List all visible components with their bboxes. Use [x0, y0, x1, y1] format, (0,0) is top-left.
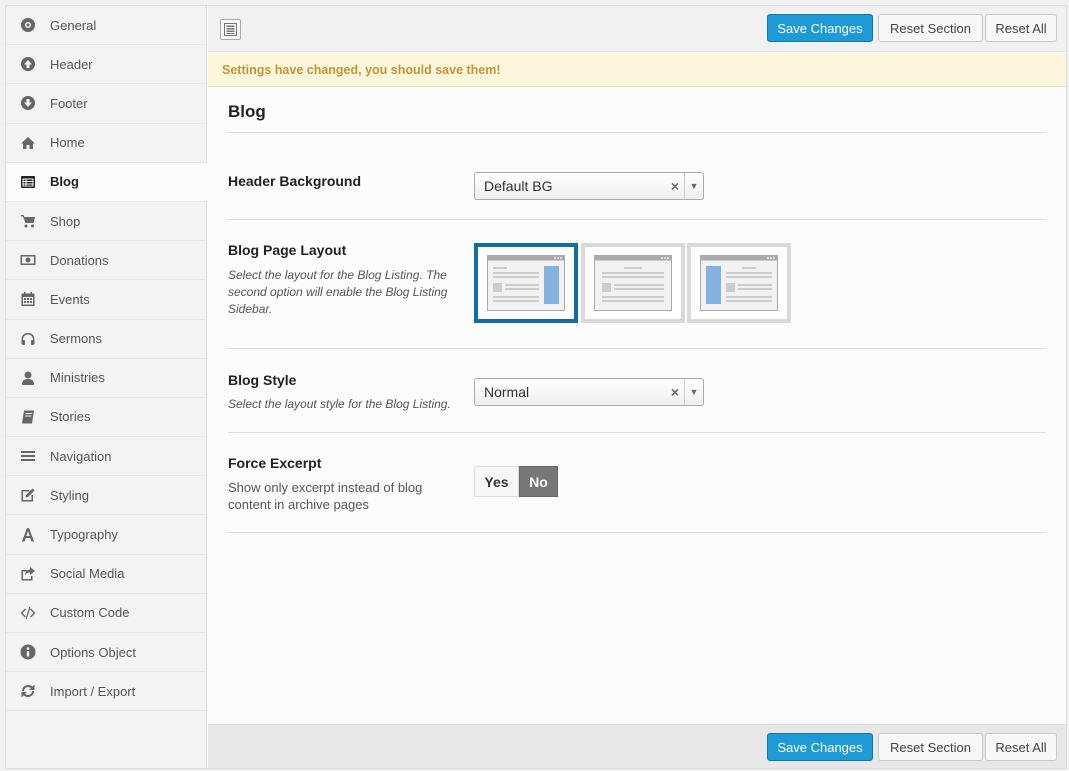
select-value: Default BG	[484, 178, 553, 194]
home-icon	[20, 135, 36, 151]
clear-icon[interactable]: ×	[671, 384, 679, 400]
sidebar-item-label: Ministries	[50, 370, 105, 386]
blog-page-layout-label: Blog Page Layout	[228, 242, 347, 258]
bars-icon	[20, 448, 36, 464]
sidebar-item-label: Events	[50, 291, 90, 307]
select-value: Normal	[484, 384, 530, 400]
sidebar-item-sermons[interactable]: Sermons	[6, 320, 206, 359]
sidebar-item-label: Donations	[50, 252, 109, 268]
blog-style-select[interactable]: Normal × ▼	[474, 378, 704, 406]
expand-options-button[interactable]	[220, 19, 241, 40]
divider	[228, 348, 1046, 349]
reset-section-button-bottom[interactable]: Reset Section	[878, 733, 983, 761]
force-excerpt-label: Force Excerpt	[228, 455, 322, 471]
sidebar-item-import-export[interactable]: Import / Export	[6, 672, 206, 712]
sidebar-item-custom-code[interactable]: Custom Code	[6, 594, 206, 633]
list-alt-icon	[20, 174, 36, 190]
sidebar-item-label: General	[50, 17, 97, 33]
top-toolbar: Save Changes Reset Section Reset All	[208, 6, 1066, 52]
sidebar-item-label: Options Object	[50, 644, 136, 660]
header-background-label: Header Background	[228, 173, 362, 189]
reset-all-button[interactable]: Reset All	[985, 14, 1057, 42]
blog-style-description: Select the layout style for the Blog Lis…	[228, 397, 451, 411]
clear-icon[interactable]: ×	[671, 178, 679, 194]
save-button[interactable]: Save Changes	[767, 14, 873, 42]
shopping-cart-icon	[20, 213, 36, 229]
sidebar-item-stories[interactable]: Stories	[6, 398, 206, 438]
chevron-down-icon[interactable]: ▼	[684, 379, 703, 405]
sidebar-item-shop[interactable]: Shop	[6, 202, 206, 242]
sidebar-item-styling[interactable]: Styling	[6, 476, 206, 516]
sidebar-item-donations[interactable]: Donations	[6, 241, 206, 281]
sidebar-item-typography[interactable]: Typography	[6, 515, 206, 555]
layout-option-left-sidebar[interactable]	[687, 243, 791, 323]
blog-style-label: Blog Style	[228, 372, 297, 388]
sidebar-item-label: Typography	[50, 527, 118, 543]
divider	[228, 132, 1046, 133]
edit-icon	[20, 487, 36, 503]
layout-right-sidebar-icon	[487, 255, 565, 311]
divider	[228, 432, 1046, 433]
sidebar-item-header[interactable]: Header	[6, 45, 206, 85]
chevron-down-icon[interactable]: ▼	[684, 173, 703, 199]
expand-icon	[224, 23, 237, 36]
share-icon	[20, 566, 36, 582]
sidebar-item-label: Header	[50, 56, 93, 72]
refresh-icon	[20, 683, 36, 699]
divider	[228, 219, 1046, 220]
force-excerpt-description: Show only excerpt instead of blog conten…	[228, 480, 423, 512]
money-icon	[20, 252, 36, 268]
layout-full-width-icon	[594, 255, 672, 311]
user-icon	[20, 370, 36, 386]
sidebar-item-label: Styling	[50, 487, 90, 503]
arrow-down-circle-icon	[20, 95, 36, 111]
unsaved-notice: Settings have changed, you should save t…	[208, 53, 1066, 87]
sidebar-item-label: Blog	[50, 174, 79, 190]
sidebar-item-options-object[interactable]: Options Object	[6, 633, 206, 673]
info-circle-icon	[20, 17, 36, 33]
sidebar-item-general[interactable]: General	[6, 6, 206, 46]
sidebar-item-social-media[interactable]: Social Media	[6, 555, 206, 594]
headphones-icon	[20, 331, 36, 347]
layout-left-sidebar-icon	[700, 255, 778, 311]
font-icon	[20, 527, 36, 543]
sidebar-item-label: Import / Export	[50, 683, 136, 699]
sidebar-item-blog[interactable]: Blog	[6, 162, 207, 202]
divider	[228, 532, 1046, 533]
blog-page-layout-description: Select the layout for the Blog Listing. …	[228, 268, 448, 316]
sidebar-item-navigation[interactable]: Navigation	[6, 437, 206, 477]
toggle-yes-option[interactable]: Yes	[474, 466, 519, 497]
header-background-select[interactable]: Default BG × ▼	[474, 172, 704, 200]
layout-option-right-sidebar[interactable]	[474, 243, 578, 323]
section-title: Blog	[228, 102, 266, 121]
sidebar-item-label: Footer	[50, 95, 88, 111]
book-icon	[20, 409, 36, 425]
sidebar-item-label: Sermons	[50, 331, 103, 347]
layout-option-full-width[interactable]	[581, 243, 685, 323]
sidebar-item-label: Social Media	[50, 566, 125, 582]
force-excerpt-toggle[interactable]: Yes No	[474, 466, 558, 497]
reset-section-button[interactable]: Reset Section	[878, 14, 983, 42]
calendar-icon	[20, 291, 36, 307]
reset-all-button-bottom[interactable]: Reset All	[985, 733, 1057, 761]
bottom-toolbar: Save Changes Reset Section Reset All	[208, 724, 1066, 768]
sidebar-item-label: Home	[50, 135, 85, 151]
arrow-up-circle-icon	[20, 56, 36, 72]
sidebar-item-ministries[interactable]: Ministries	[6, 359, 206, 398]
sidebar-item-label: Navigation	[50, 448, 112, 464]
sidebar-item-events[interactable]: Events	[6, 280, 206, 320]
sidebar-item-label: Stories	[50, 409, 91, 425]
code-icon	[20, 605, 36, 621]
toggle-no-option[interactable]: No	[519, 466, 558, 497]
sidebar-item-label: Shop	[50, 213, 81, 229]
sidebar-item-footer[interactable]: Footer	[6, 84, 206, 124]
sidebar-item-label: Custom Code	[50, 605, 130, 621]
sidebar-item-home[interactable]: Home	[6, 124, 206, 163]
sidebar: General Header Footer Home Blog Shop Don…	[6, 6, 207, 768]
options-panel: General Header Footer Home Blog Shop Don…	[5, 5, 1067, 769]
info-icon	[20, 644, 36, 660]
save-button-bottom[interactable]: Save Changes	[767, 733, 873, 761]
